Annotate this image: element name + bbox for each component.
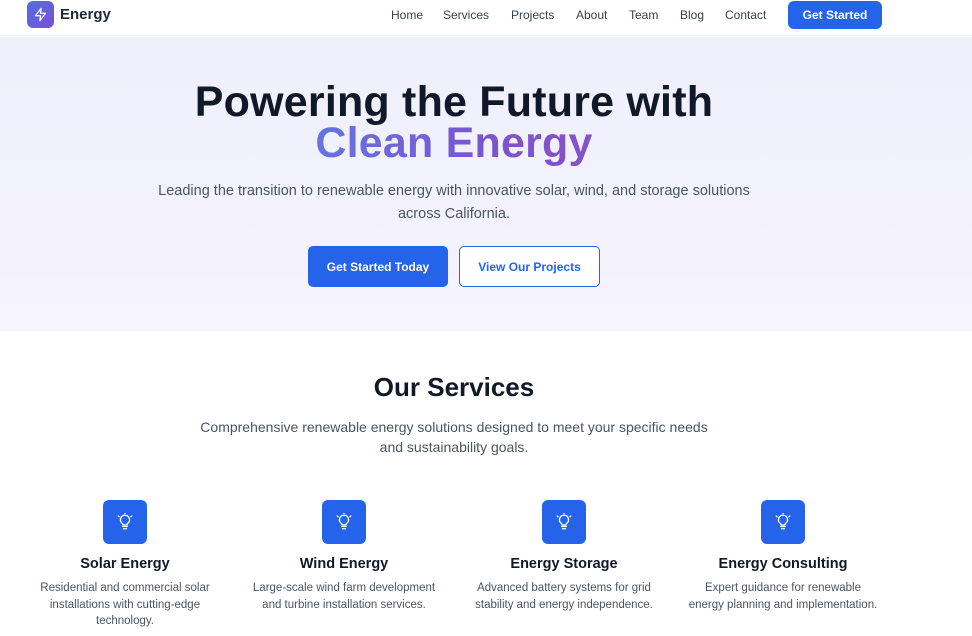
- nav-link-home[interactable]: Home: [391, 8, 423, 22]
- service-description: Expert guidance for renewable energy pla…: [688, 582, 878, 611]
- hero-title-highlight: Clean Energy: [315, 119, 593, 167]
- service-title: Energy Storage: [510, 556, 618, 572]
- navbar: Energy Home Services Projects About Team…: [0, 0, 972, 36]
- services-subtitle: Comprehensive renewable energy solutions…: [200, 419, 708, 455]
- view-projects-button[interactable]: View Our Projects: [459, 246, 600, 287]
- brand-name: Energy: [60, 6, 111, 23]
- nav-link-about[interactable]: About: [576, 8, 607, 22]
- service-title: Solar Energy: [80, 556, 170, 572]
- hero-subtitle: Leading the transition to renewable ener…: [158, 183, 750, 222]
- lightbulb-icon: [103, 500, 147, 544]
- hero-section: Powering the Future with Clean Energy Le…: [0, 37, 972, 331]
- get-started-today-button[interactable]: Get Started Today: [308, 246, 448, 287]
- lightbulb-icon: [322, 500, 366, 544]
- nav-link-blog[interactable]: Blog: [680, 8, 704, 22]
- nav-link-projects[interactable]: Projects: [511, 8, 554, 22]
- nav-link-services[interactable]: Services: [443, 8, 489, 22]
- service-description: Residential and commercial solar install…: [40, 582, 210, 627]
- service-description: Advanced battery systems for grid stabil…: [475, 582, 653, 611]
- nav-link-contact[interactable]: Contact: [725, 8, 766, 22]
- lightbulb-icon: [542, 500, 586, 544]
- service-title: Energy Consulting: [718, 556, 848, 572]
- nav-link-team[interactable]: Team: [629, 8, 658, 22]
- service-title: Wind Energy: [299, 556, 389, 572]
- lightbulb-icon: [761, 500, 805, 544]
- hero-title-line2: Clean Energy: [0, 121, 908, 165]
- hero-title-line1: Powering the Future with: [194, 78, 714, 126]
- brand-logo[interactable]: Energy: [27, 1, 111, 28]
- services-title: Our Services: [373, 372, 535, 402]
- lightning-bolt-icon: [27, 1, 54, 28]
- get-started-button[interactable]: Get Started: [788, 1, 882, 29]
- service-description: Large-scale wind farm development and tu…: [252, 582, 436, 611]
